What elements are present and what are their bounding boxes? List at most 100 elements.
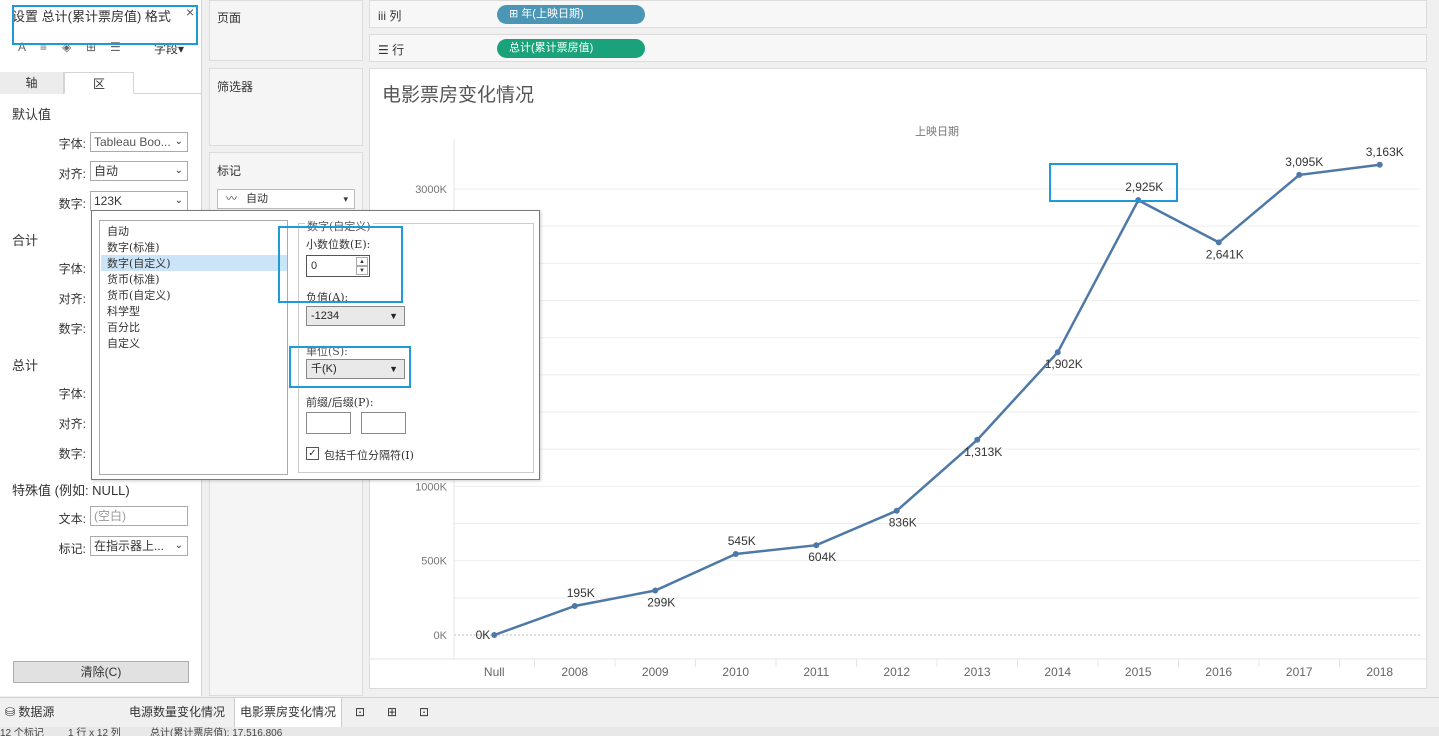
data-label: 0K [476,628,491,642]
mark-type-value: 自动 [246,193,268,205]
total-align-label: 对齐: [58,292,86,306]
thousands-separator-checkbox[interactable]: ✓ [306,447,319,460]
x-tick-label: 2018 [1366,665,1393,679]
data-point [571,603,578,610]
clear-button[interactable]: 清除(C) [13,661,189,683]
x-tick-label: 2008 [561,665,588,679]
pages-card[interactable]: 页面 [209,0,363,61]
highlight-units [289,346,411,388]
number-label: 数字: [58,197,86,211]
chevron-down-icon: ⌄ [174,165,183,176]
y-tick-label: 1000K [415,481,447,493]
grand-align-label: 对齐: [58,417,86,431]
x-tick-label: Null [484,665,505,679]
filters-card[interactable]: 筛选器 [209,68,363,146]
rows-pill[interactable]: 总计(累计票房值) [497,39,645,58]
chart-title: 电影票房变化情况 [382,84,534,106]
database-icon: ⛁ [5,705,16,719]
data-point [1376,161,1383,168]
pages-title: 页面 [217,11,242,25]
new-sheet-icon[interactable]: ⊡ [350,698,370,727]
prefix-input[interactable] [306,412,351,434]
x-tick-label: 2015 [1125,665,1152,679]
negative-dropdown[interactable]: -1234 ▼ [306,306,405,326]
align-value: 自动 [94,164,119,178]
format-listbox[interactable]: 自动 数字(标准) 数字(自定义) 货币(标准) 货币(自定义) 科学型 百分比… [99,220,288,475]
x-tick-label: 2010 [722,665,749,679]
data-point [1215,239,1222,246]
rows-shelf[interactable]: ☰ 行 总计(累计票房值) [369,34,1427,62]
mark-type-dropdown[interactable]: 〰 自动 ▾ [217,189,355,209]
rows-shelf-label: ☰ 行 [378,43,405,57]
chevron-down-icon: ▾ [343,194,348,204]
columns-pill[interactable]: ⊞ 年(上映日期) [497,5,645,24]
new-story-icon[interactable]: ⊡ [414,698,434,727]
special-text-input[interactable]: (空白) [90,506,188,526]
format-option-percentage[interactable]: 百分比 [107,319,140,335]
tab-axis[interactable]: 轴 [0,72,64,94]
x-axis-title: 上映日期 [915,125,959,138]
rows-icon: ☰ [378,43,389,57]
x-tick-label: 2012 [883,665,910,679]
grand-font-label: 字体: [58,387,86,401]
align-dropdown[interactable]: 自动 ⌄ [90,161,188,181]
columns-icon: iii [378,9,386,23]
data-label: 545K [728,534,756,548]
x-tick-label: 2009 [642,665,669,679]
data-point [1296,171,1303,178]
highlight-2015-label [1049,163,1178,202]
format-option-currency-standard[interactable]: 货币(标准) [107,271,160,287]
data-label: 604K [808,550,836,564]
format-option-currency-custom[interactable]: 货币(自定义) [107,287,171,303]
tab-sheet-count[interactable]: 电源数量变化情况 [124,698,230,727]
x-tick-label: 2011 [803,665,829,679]
x-tick-label: 2016 [1205,665,1232,679]
section-grand-total: 总计 [12,358,39,373]
chevron-down-icon: ▼ [389,311,398,321]
prefix-suffix-label: 前缀/后缀(P): [306,396,374,409]
thousands-separator-label: 包括千位分隔符(I) [324,449,414,462]
font-dropdown[interactable]: Tableau Boo... ⌄ [90,132,188,152]
data-label: 1,313K [964,445,1002,459]
section-special-values: 特殊值 (例如: NULL) [12,483,130,498]
format-option-number-standard[interactable]: 数字(标准) [107,239,160,255]
x-tick-label: 2014 [1044,665,1071,679]
data-label: 195K [567,586,595,600]
y-tick-label: 0K [434,630,448,642]
data-label: 2,641K [1206,247,1244,261]
total-number-label: 数字: [58,322,86,336]
data-point [893,507,900,514]
negative-value: -1234 [311,310,340,322]
tab-sheet-boxoffice[interactable]: 电影票房变化情况 [234,698,343,727]
x-tick-label: 2017 [1286,665,1313,679]
special-marks-value: 在指示器上... [94,539,165,553]
tab-datasource[interactable]: ⛁ 数据源 [0,698,59,727]
section-total: 合计 [12,233,39,248]
special-marks-dropdown[interactable]: 在指示器上... ⌄ [90,536,188,556]
data-label: 3,095K [1285,155,1323,169]
font-label: 字体: [58,137,86,151]
number-value: 123K [94,194,123,208]
highlight-decimals [278,226,403,303]
format-option-scientific[interactable]: 科学型 [107,303,140,319]
data-point [732,550,739,557]
marks-label: 标记: [58,542,86,556]
format-option-number-custom[interactable]: 数字(自定义) [101,255,287,271]
sheet-tabs: ⛁ 数据源 电源数量变化情况 电影票房变化情况 ⊡ ⊞ ⊡ [0,697,1439,727]
suffix-input[interactable] [361,412,406,434]
section-default: 默认值 [12,107,52,122]
data-label: 299K [647,596,675,610]
font-value: Tableau Boo... [94,135,171,149]
data-point [1054,349,1061,356]
y-tick-label: 3000K [415,184,447,196]
number-dropdown[interactable]: 123K ⌄ [90,191,188,211]
tab-pane[interactable]: 区 [64,72,134,94]
format-tabs: 轴 区 [0,72,202,94]
data-point [652,587,659,594]
status-rows-cols: 1 行 x 12 列 [68,728,121,736]
status-sum: 总计(累计票房值): 17,516,806 [150,728,283,736]
columns-shelf[interactable]: iii 列 ⊞ 年(上映日期) [369,0,1427,28]
format-option-custom[interactable]: 自定义 [107,335,140,351]
format-option-auto[interactable]: 自动 [107,223,129,239]
new-dashboard-icon[interactable]: ⊞ [382,698,402,727]
